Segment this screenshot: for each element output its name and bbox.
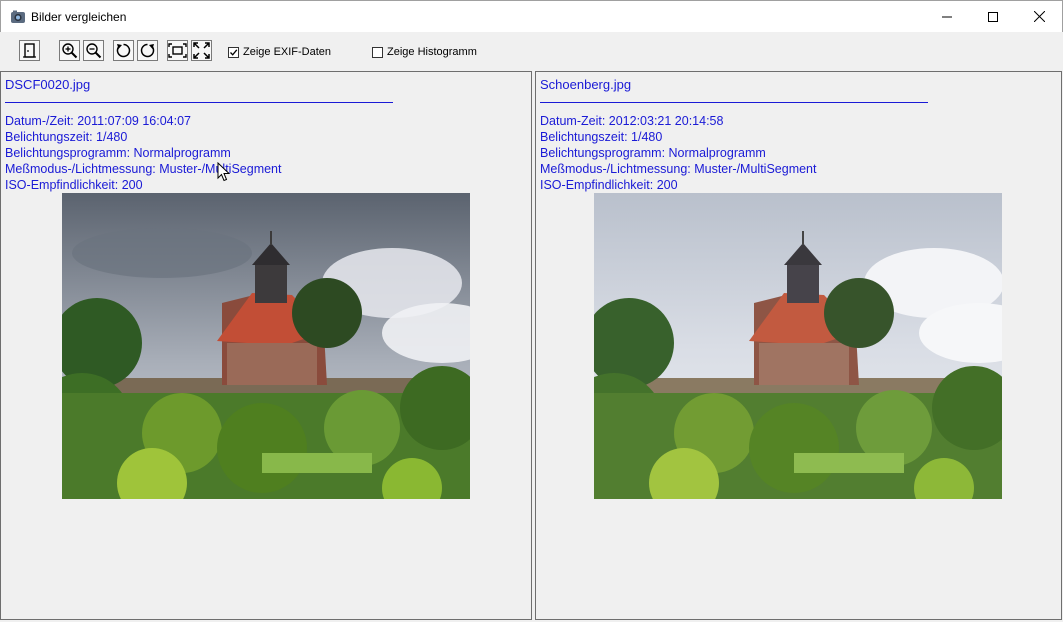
- maximize-icon: [988, 11, 998, 22]
- left-exif-iso: ISO-Empfindlichkeit: 200: [5, 178, 143, 192]
- right-photo: [594, 193, 1002, 499]
- toolbar: Zeige EXIF-Daten Zeige Histogramm: [1, 32, 1062, 70]
- right-separator: [540, 102, 928, 103]
- left-exif-exposure: Belichtungszeit: 1/480: [5, 130, 128, 144]
- app-icon: [10, 9, 26, 25]
- show-exif-checkbox[interactable]: Zeige EXIF-Daten: [228, 46, 331, 58]
- show-histogram-label: Zeige Histogramm: [387, 46, 477, 58]
- maximize-button[interactable]: [970, 1, 1016, 32]
- right-exif-program: Belichtungsprogramm: Normalprogramm: [540, 146, 766, 160]
- checkbox-unchecked-icon: [372, 46, 383, 58]
- left-exif-metering: Meßmodus-/Lichtmessung: Muster-/MultiSeg…: [5, 162, 282, 176]
- rotate-left-icon: [116, 43, 131, 58]
- zoom-out-icon: [86, 43, 102, 59]
- right-image-panel: Schoenberg.jpg Datum-Zeit: 2012:03:21 20…: [535, 71, 1062, 620]
- left-separator: [5, 102, 393, 103]
- right-filename: Schoenberg.jpg: [540, 77, 632, 92]
- right-exif-exposure: Belichtungszeit: 1/480: [540, 130, 663, 144]
- rotate-right-icon: [140, 43, 155, 58]
- left-photo: [62, 193, 470, 499]
- fullscreen-button[interactable]: [191, 40, 212, 61]
- left-filename: DSCF0020.jpg: [5, 77, 91, 92]
- right-exif-datetime: Datum-Zeit: 2012:03:21 20:14:58: [540, 114, 724, 128]
- right-exif-metering: Meßmodus-/Lichtmessung: Muster-/MultiSeg…: [540, 162, 817, 176]
- window-title: Bilder vergleichen: [31, 10, 127, 24]
- close-button[interactable]: [1016, 1, 1062, 32]
- close-icon: [1033, 11, 1045, 22]
- fit-to-window-button[interactable]: [167, 40, 188, 61]
- zoom-out-button[interactable]: [83, 40, 104, 61]
- rotate-left-button[interactable]: [113, 40, 134, 61]
- show-exif-label: Zeige EXIF-Daten: [243, 46, 332, 58]
- zoom-in-icon: [62, 43, 78, 59]
- exit-door-icon: [23, 43, 36, 58]
- minimize-button[interactable]: [924, 1, 970, 32]
- title-bar: Bilder vergleichen: [0, 0, 1063, 32]
- fullscreen-icon: [193, 42, 210, 59]
- exit-button[interactable]: [19, 40, 40, 61]
- fit-to-window-icon: [168, 43, 187, 58]
- left-image-panel: DSCF0020.jpg Datum-/Zeit: 2011:07:09 16:…: [0, 71, 532, 620]
- checkbox-checked-icon: [228, 46, 239, 58]
- left-exif-datetime: Datum-/Zeit: 2011:07:09 16:04:07: [5, 114, 191, 128]
- show-histogram-checkbox[interactable]: Zeige Histogramm: [372, 46, 477, 58]
- left-exif-program: Belichtungsprogramm: Normalprogramm: [5, 146, 231, 160]
- mouse-cursor-icon: [217, 161, 231, 187]
- minimize-icon: [942, 16, 952, 17]
- right-exif-iso: ISO-Empfindlichkeit: 200: [540, 178, 678, 192]
- zoom-in-button[interactable]: [59, 40, 80, 61]
- rotate-right-button[interactable]: [137, 40, 158, 61]
